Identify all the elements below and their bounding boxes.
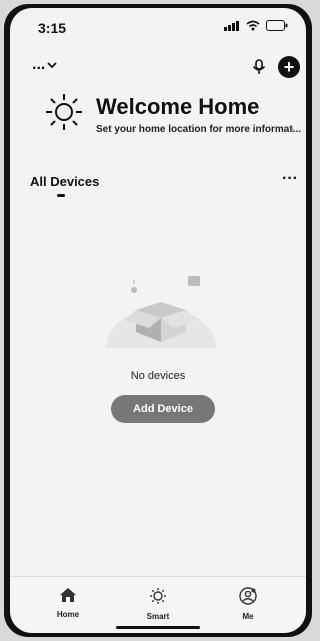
tab-me[interactable]: Me	[218, 587, 278, 621]
tab-home[interactable]: Home	[38, 587, 98, 619]
tab-all-devices[interactable]: All Devices	[30, 174, 99, 189]
add-device-button[interactable]: Add Device	[111, 395, 215, 423]
tab-home-label: Home	[56, 610, 80, 619]
welcome-card[interactable]: Welcome Home Set your home location for …	[30, 92, 302, 142]
sun-icon	[44, 92, 84, 132]
wifi-icon	[246, 20, 260, 31]
tab-smart-label: Smart	[146, 612, 170, 621]
battery-icon	[266, 20, 288, 31]
status-bar: 3:15	[10, 8, 306, 44]
signal-icon	[224, 20, 240, 31]
status-icons	[224, 20, 288, 31]
tab-smart[interactable]: Smart	[128, 587, 188, 621]
top-bar: ... +	[10, 56, 306, 82]
sun-icon	[149, 587, 167, 605]
devices-header: All Devices ···	[10, 170, 306, 198]
bottom-tab-bar: Home Smart Me	[10, 576, 306, 633]
empty-state-text: No devices	[130, 370, 186, 382]
user-icon	[239, 587, 257, 605]
microphone-icon[interactable]	[250, 58, 268, 76]
welcome-subtitle: Set your home location for more informat…	[96, 124, 302, 135]
chevron-down-icon	[47, 61, 57, 69]
phone-frame: 3:15 ... + Welcome Home Set your home lo…	[4, 4, 312, 637]
status-time: 3:15	[38, 20, 67, 36]
tab-active-indicator	[57, 194, 65, 197]
app-screen: 3:15 ... + Welcome Home Set your home lo…	[10, 8, 306, 633]
welcome-title: Welcome Home	[96, 94, 260, 119]
more-options-button[interactable]: ···	[282, 170, 298, 188]
home-switcher[interactable]: ...	[32, 56, 57, 74]
chevron-right-icon: ›	[290, 122, 294, 136]
home-icon	[59, 587, 77, 603]
add-button[interactable]: +	[278, 56, 300, 78]
empty-box-illustration	[106, 270, 216, 388]
home-indicator	[116, 626, 200, 629]
home-switcher-label: ...	[32, 56, 46, 73]
tab-me-label: Me	[242, 612, 254, 621]
